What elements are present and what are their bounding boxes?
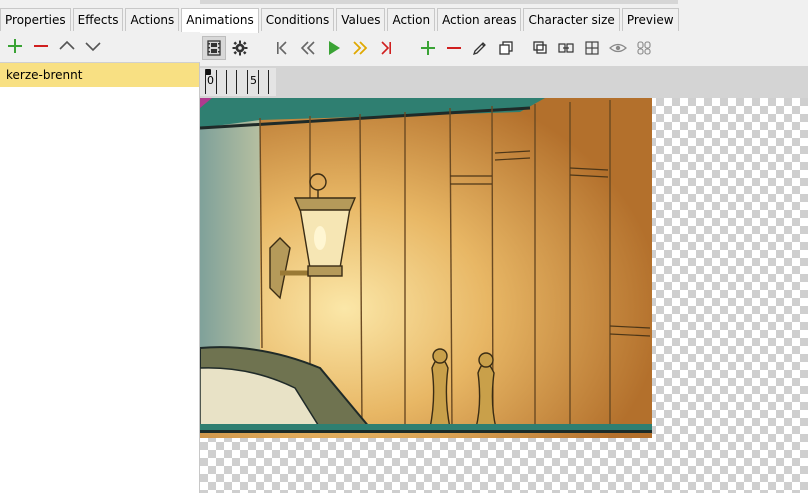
frame-image bbox=[200, 98, 652, 438]
grid-button[interactable] bbox=[580, 36, 604, 60]
tab-effects[interactable]: Effects bbox=[72, 8, 124, 31]
tab-action[interactable]: Action bbox=[387, 8, 436, 31]
frame-tick bbox=[236, 70, 237, 94]
frame-tick bbox=[268, 70, 269, 94]
film-strip-button[interactable] bbox=[202, 36, 226, 60]
animation-canvas[interactable] bbox=[200, 98, 808, 493]
animation-list: kerze-brennt bbox=[0, 62, 200, 493]
remove-icon bbox=[34, 45, 48, 47]
add-icon bbox=[8, 39, 22, 53]
move-up-button[interactable] bbox=[56, 35, 78, 57]
horizontal-scrollbar[interactable] bbox=[200, 0, 678, 4]
tab-action-areas[interactable]: Action areas bbox=[437, 8, 522, 31]
tab-preview[interactable]: Preview bbox=[621, 8, 679, 31]
film-icon bbox=[207, 40, 221, 56]
copy-icon bbox=[499, 41, 513, 55]
frame-label-5: 5 bbox=[250, 74, 257, 87]
tab-values[interactable]: Values bbox=[336, 8, 386, 31]
go-to-start-icon bbox=[277, 41, 287, 55]
onion-skin-icon bbox=[637, 41, 651, 55]
rewind-button[interactable] bbox=[296, 36, 320, 60]
fast-forward-icon bbox=[353, 41, 368, 55]
edit-icon bbox=[472, 42, 486, 56]
animation-list-toolbar bbox=[0, 32, 200, 60]
frame-tick bbox=[226, 70, 227, 94]
visibility-button[interactable] bbox=[606, 36, 630, 60]
onion-skin-button[interactable] bbox=[632, 36, 656, 60]
tab-animations[interactable]: Animations bbox=[181, 8, 259, 33]
top-strip bbox=[0, 0, 808, 8]
link-frames-icon bbox=[558, 43, 574, 53]
move-down-icon bbox=[85, 42, 101, 52]
frame-timeline[interactable]: 0 5 bbox=[200, 66, 808, 98]
move-down-button[interactable] bbox=[82, 35, 104, 57]
frame-tick bbox=[258, 70, 259, 94]
tab-character-size[interactable]: Character size bbox=[523, 8, 620, 31]
eye-icon bbox=[609, 43, 627, 53]
copy-frame-button[interactable] bbox=[494, 36, 518, 60]
remove-animation-button[interactable] bbox=[30, 35, 52, 57]
settings-button[interactable] bbox=[228, 36, 252, 60]
frame-tick bbox=[205, 70, 206, 94]
grid-icon bbox=[585, 41, 599, 55]
layers-icon bbox=[533, 41, 547, 54]
play-button[interactable] bbox=[322, 36, 346, 60]
tab-bar: Properties Effects Actions Animations Co… bbox=[0, 8, 681, 33]
go-to-start-button[interactable] bbox=[270, 36, 294, 60]
fast-forward-button[interactable] bbox=[348, 36, 372, 60]
frame-tick bbox=[247, 70, 248, 94]
link-frames-button[interactable] bbox=[554, 36, 578, 60]
edit-frame-button[interactable] bbox=[468, 36, 492, 60]
remove-frame-icon bbox=[447, 47, 461, 49]
frame-tick bbox=[216, 70, 217, 94]
play-icon bbox=[329, 41, 340, 55]
frame-label-0: 0 bbox=[207, 74, 214, 87]
move-up-icon bbox=[59, 40, 75, 50]
add-frame-button[interactable] bbox=[416, 36, 440, 60]
remove-frame-button[interactable] bbox=[442, 36, 466, 60]
add-frame-icon bbox=[421, 41, 435, 55]
go-to-end-icon bbox=[381, 41, 391, 55]
layers-button[interactable] bbox=[528, 36, 552, 60]
tab-properties[interactable]: Properties bbox=[0, 8, 71, 31]
tab-actions[interactable]: Actions bbox=[125, 8, 180, 31]
list-item-animation[interactable]: kerze-brennt bbox=[0, 63, 199, 87]
tab-conditions[interactable]: Conditions bbox=[260, 8, 335, 31]
rewind-icon bbox=[300, 41, 315, 55]
go-to-end-button[interactable] bbox=[374, 36, 398, 60]
add-animation-button[interactable] bbox=[4, 35, 26, 57]
animation-toolbar bbox=[200, 34, 808, 62]
gear-icon bbox=[232, 40, 248, 56]
